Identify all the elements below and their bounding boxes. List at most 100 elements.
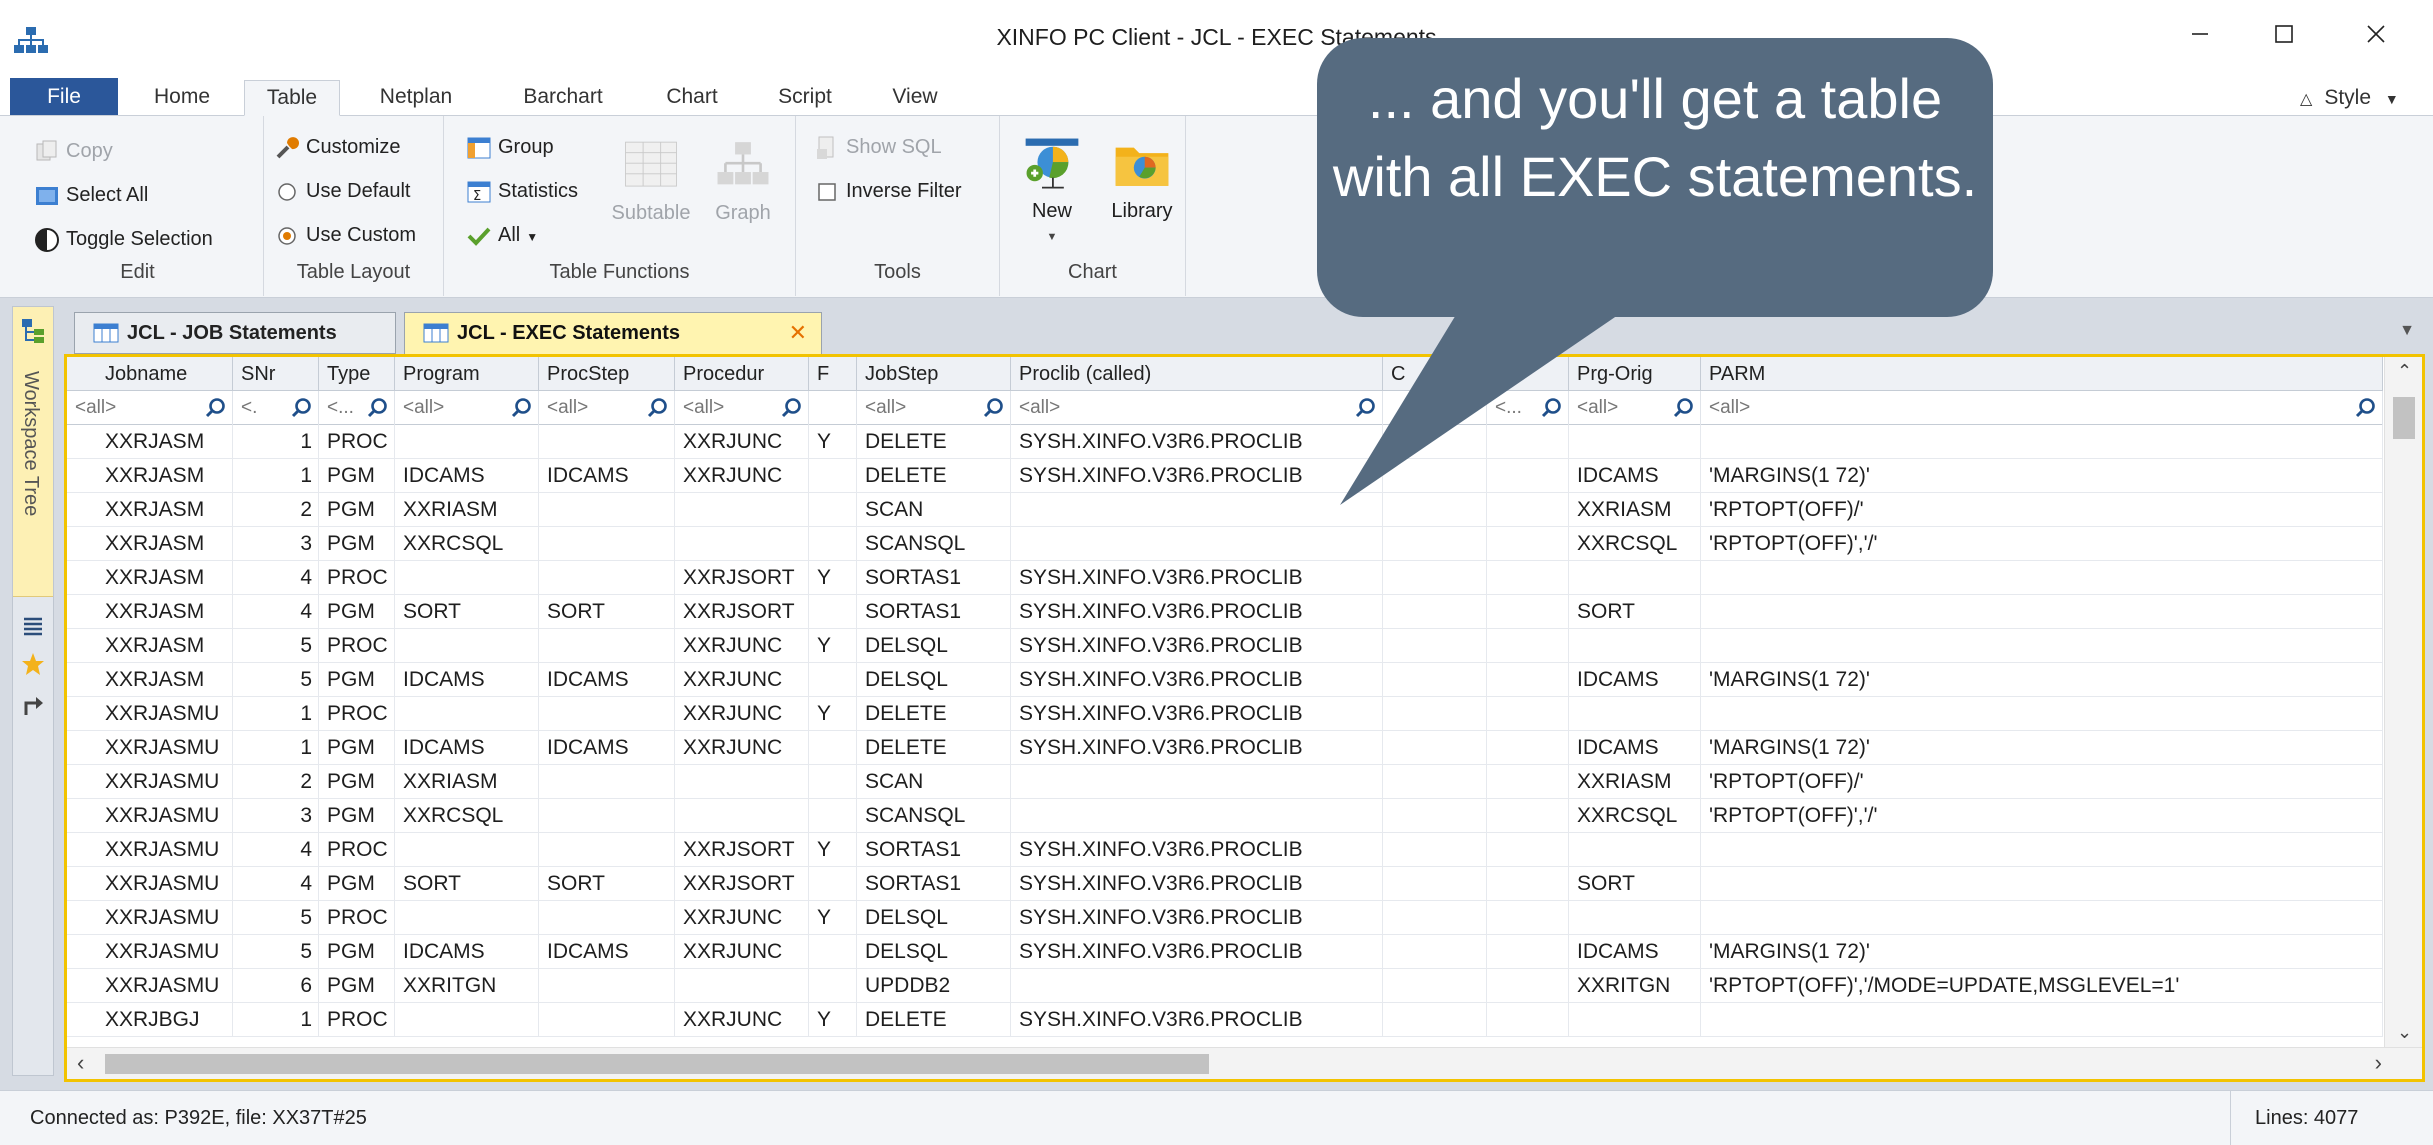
minimize-icon[interactable]	[2170, 14, 2230, 54]
column-header-proclib[interactable]: Proclib (called)	[1011, 357, 1383, 391]
table-row[interactable]: XXRJASMU 3 PGM XXRCSQL SCANSQL XXRCSQL 'RPTOPT…	[67, 799, 2383, 833]
cell-c	[1383, 425, 1487, 459]
table-row[interactable]: XXRJASMU 1 PROC XXRJUNC Y DELETE SYSH.XINFO.V3…	[67, 697, 2383, 731]
cell-f	[809, 493, 857, 527]
chevron-right-icon[interactable]: ›	[2375, 1050, 2382, 1076]
tab-netplan[interactable]: Netplan	[366, 80, 466, 116]
filter-input-proclib[interactable]: <all>	[1011, 391, 1383, 425]
inverse-filter-checkbox[interactable]: Inverse Filter	[814, 174, 962, 208]
table-row[interactable]: XXRJASM 1 PROC XXRJUNC Y DELETE SYSH.XINFO.V3R…	[67, 425, 2383, 459]
table-icon	[93, 323, 119, 343]
filter-input-c[interactable]	[1383, 391, 1487, 425]
close-icon[interactable]	[2346, 14, 2406, 54]
column-header-row[interactable]: Jobname SNr Type Program ProcStep Procedur F Jo…	[67, 357, 2383, 391]
toggle-selection-button[interactable]: Toggle Selection	[34, 222, 213, 256]
chevron-left-icon[interactable]: ‹	[77, 1050, 84, 1076]
cell-prg-orig: IDCAMS	[1569, 935, 1701, 969]
table-row[interactable]: XXRJASM 4 PGM SORT SORT XXRJSORT SORTAS1 SYSH.X…	[67, 595, 2383, 629]
table-row[interactable]: XXRJASMU 4 PGM SORT SORT XXRJSORT SORTAS1 SYSH.…	[67, 867, 2383, 901]
tab-chart[interactable]: Chart	[654, 80, 730, 116]
star-icon[interactable]	[20, 651, 46, 677]
new-chart-button[interactable]: New ▼	[1012, 134, 1092, 246]
column-header-f[interactable]: F	[809, 357, 857, 391]
use-custom-radio[interactable]: Use Custom	[274, 218, 416, 252]
tab-file[interactable]: File	[10, 78, 118, 116]
cell-type: PROC	[319, 697, 395, 731]
workspace-tree-label: Workspace Tree	[20, 371, 42, 517]
tab-script[interactable]: Script	[770, 80, 840, 116]
cell-program: XXRCSQL	[395, 527, 539, 561]
cell-lg	[1487, 901, 1569, 935]
table-row[interactable]: XXRJASMU 1 PGM IDCAMS IDCAMS XXRJUNC DELETE SYS…	[67, 731, 2383, 765]
vertical-scrollbar[interactable]: ⌃ ⌄	[2384, 357, 2422, 1047]
maximize-icon[interactable]	[2254, 14, 2314, 54]
style-label[interactable]: Style	[2324, 86, 2371, 109]
cell-snr: 1	[233, 425, 319, 459]
select-all-button[interactable]: Select All	[34, 178, 148, 212]
filter-input-f[interactable]	[809, 391, 857, 425]
tab-list-dropdown-icon[interactable]: ▼	[2399, 322, 2415, 340]
customize-button[interactable]: Customize	[274, 130, 400, 164]
table-row[interactable]: XXRJASMU 4 PROC XXRJSORT Y SORTAS1 SYSH.XINFO.…	[67, 833, 2383, 867]
subtable-button[interactable]: Subtable	[604, 138, 698, 225]
cell-snr: 4	[233, 833, 319, 867]
doc-tab-job-statements[interactable]: JCL - JOB Statements	[74, 312, 396, 354]
graph-hierarchy-icon	[717, 142, 769, 185]
copy-button[interactable]: Copy	[34, 134, 113, 168]
doc-tab-exec-statements[interactable]: JCL - EXEC Statements ✕	[404, 312, 822, 354]
all-dropdown[interactable]: All ▼	[466, 218, 538, 252]
column-header-prg-orig[interactable]: Prg-Orig	[1569, 357, 1701, 391]
column-header-c[interactable]: C	[1383, 357, 1487, 391]
column-header-procedur[interactable]: Procedur	[675, 357, 809, 391]
column-header-snr[interactable]: SNr	[233, 357, 319, 391]
horizontal-scrollbar[interactable]: ‹ ›	[67, 1047, 2422, 1079]
column-header-program[interactable]: Program	[395, 357, 539, 391]
table-row[interactable]: XXRJASMU 2 PGM XXRIASM SCAN XXRIASM 'RPTOPT(OF…	[67, 765, 2383, 799]
group-button[interactable]: Group	[466, 130, 554, 164]
table-row[interactable]: XXRJASM 5 PROC XXRJUNC Y DELSQL SYSH.XINFO.V3R…	[67, 629, 2383, 663]
cell-procstep: IDCAMS	[539, 731, 675, 765]
column-header-lg[interactable]: Lg	[1487, 357, 1569, 391]
table-row[interactable]: XXRJASM 5 PGM IDCAMS IDCAMS XXRJUNC DELSQL SYSH…	[67, 663, 2383, 697]
close-tab-icon[interactable]: ✕	[789, 313, 807, 353]
table-row[interactable]: XXRJASMU 5 PGM IDCAMS IDCAMS XXRJUNC DELSQL SYS…	[67, 935, 2383, 969]
workspace-tree-tab[interactable]: Workspace Tree	[13, 307, 53, 597]
chevron-down-icon[interactable]: ⌄	[2397, 1022, 2412, 1043]
table-row[interactable]: XXRJBGJ 1 PROC XXRJUNC Y DELETE SYSH.XINFO.V3R…	[67, 1003, 2383, 1037]
table-row[interactable]: XXRJASM 3 PGM XXRCSQL SCANSQL XXRCSQL 'RPTOPT(…	[67, 527, 2383, 561]
column-header-procstep[interactable]: ProcStep	[539, 357, 675, 391]
tab-barchart[interactable]: Barchart	[508, 80, 618, 116]
filter-input-parm[interactable]: <all>	[1701, 391, 2383, 425]
style-menu[interactable]: △ Style ▼	[2300, 86, 2399, 110]
table-row[interactable]: XXRJASM 1 PGM IDCAMS IDCAMS XXRJUNC DELETE SYSH…	[67, 459, 2383, 493]
column-header-type[interactable]: Type	[319, 357, 395, 391]
column-header-jobname[interactable]: Jobname	[67, 357, 233, 391]
chart-library-button[interactable]: Library	[1102, 134, 1182, 223]
checkmark-icon	[467, 227, 491, 246]
cell-procstep	[539, 833, 675, 867]
collapse-ribbon-icon[interactable]: △	[2300, 91, 2312, 108]
horizontal-scroll-thumb[interactable]	[105, 1054, 1209, 1074]
redirect-arrow-icon[interactable]	[20, 691, 46, 717]
chevron-up-icon[interactable]: ⌃	[2397, 361, 2412, 382]
cell-program: XXRCSQL	[395, 799, 539, 833]
tab-view[interactable]: View	[880, 80, 950, 116]
graph-button[interactable]: Graph	[706, 138, 780, 225]
use-default-radio[interactable]: Use Default	[274, 174, 411, 208]
tab-table[interactable]: Table	[244, 80, 340, 116]
table-row[interactable]: XXRJASM 4 PROC XXRJSORT Y SORTAS1 SYSH.XINFO.V…	[67, 561, 2383, 595]
cell-prg-orig	[1569, 697, 1701, 731]
column-header-parm[interactable]: PARM	[1701, 357, 2383, 391]
table-row[interactable]: XXRJASMU 5 PROC XXRJUNC Y DELSQL SYSH.XINFO.V3…	[67, 901, 2383, 935]
cell-procedur: XXRJSORT	[675, 561, 809, 595]
tab-home[interactable]: Home	[140, 80, 224, 116]
statistics-button[interactable]: Σ Statistics	[466, 174, 578, 208]
column-header-jobstep[interactable]: JobStep	[857, 357, 1011, 391]
show-sql-button[interactable]: Show SQL	[814, 130, 942, 164]
list-icon[interactable]	[20, 613, 46, 639]
table-row[interactable]: XXRJASM 2 PGM XXRIASM SCAN XXRIASM 'RPTOPT(OFF…	[67, 493, 2383, 527]
cell-lg	[1487, 561, 1569, 595]
vertical-scroll-thumb[interactable]	[2393, 397, 2415, 439]
table-row[interactable]: XXRJASMU 6 PGM XXRITGN UPDDB2 XXRITGN 'RPTOPT(…	[67, 969, 2383, 1003]
cell-prg-orig: SORT	[1569, 595, 1701, 629]
